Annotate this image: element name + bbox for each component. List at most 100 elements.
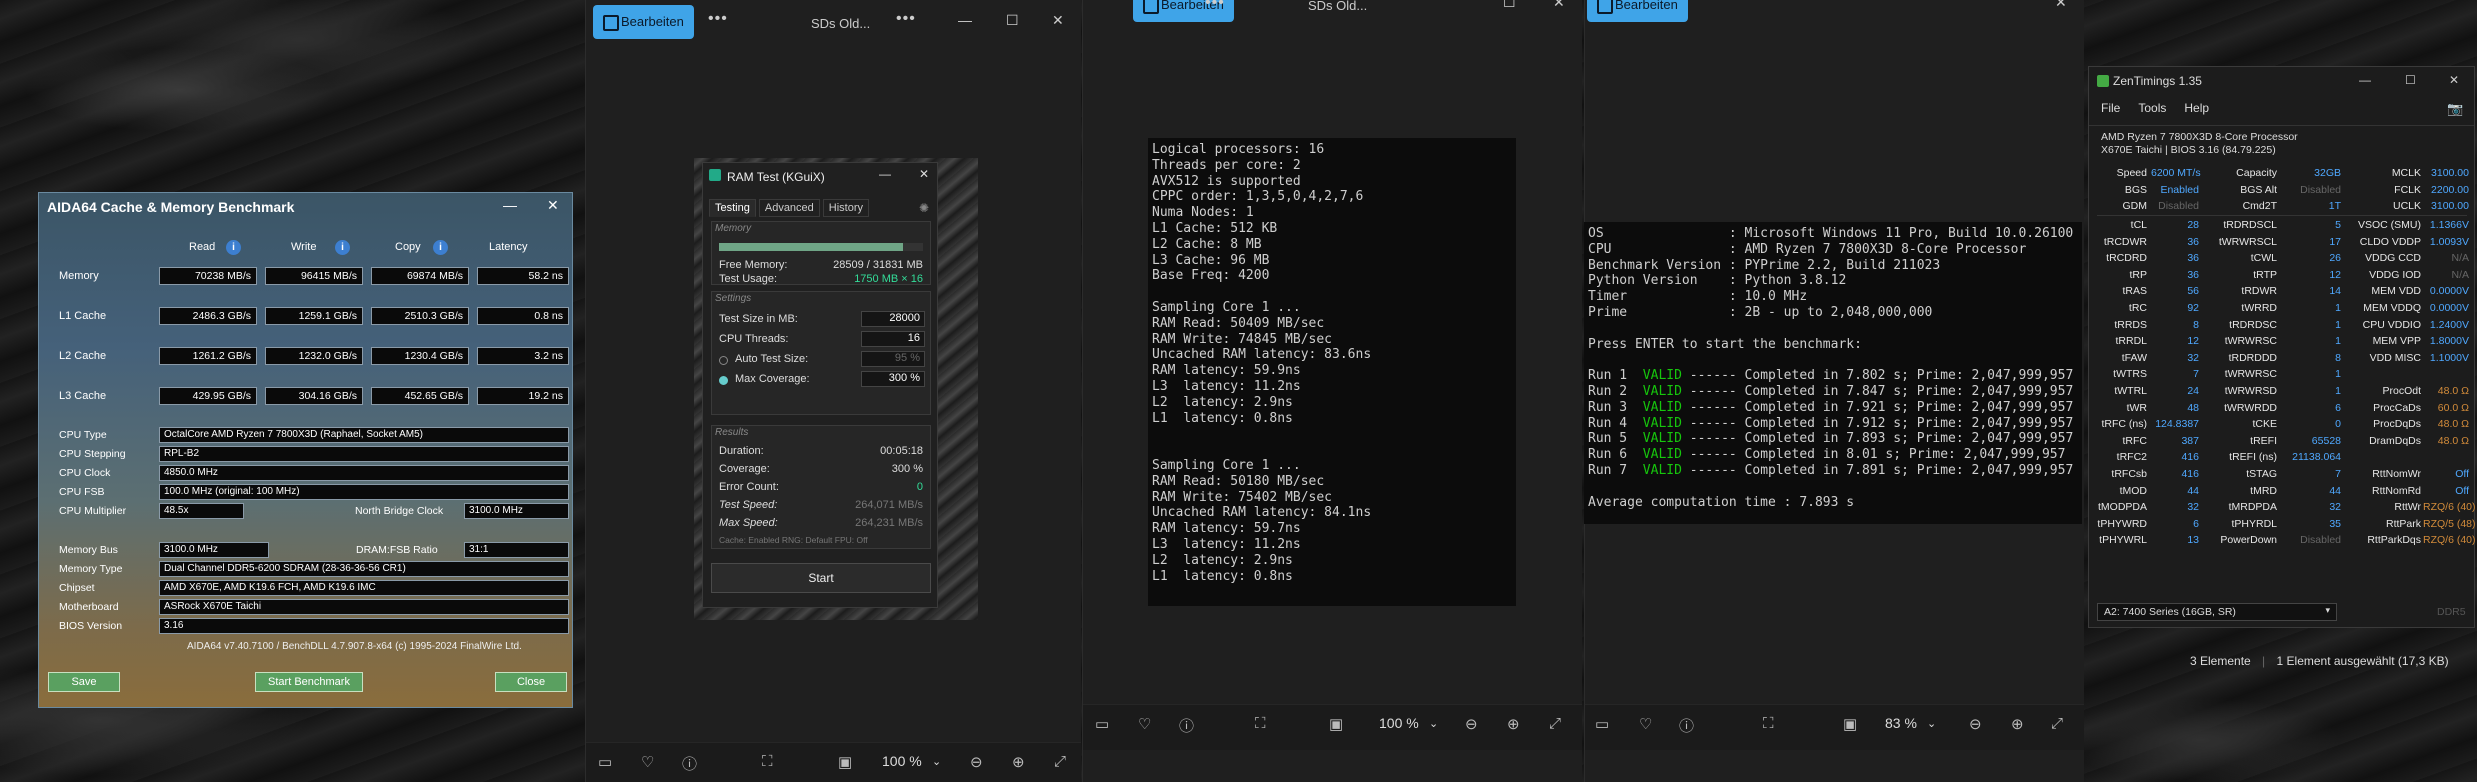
close-icon[interactable]: ✕ (1553, 0, 1565, 11)
fullscreen-icon[interactable]: ⤢ (2051, 715, 2063, 732)
timing-value: 0 (2335, 418, 2341, 431)
close-icon[interactable]: ✕ (1052, 12, 1064, 29)
info-value: 48.5x (159, 503, 244, 519)
run-status: VALID (1642, 399, 1682, 415)
info-icon[interactable]: ⓘ (1179, 715, 1194, 736)
auto-test-size-radio[interactable] (719, 356, 728, 365)
timing-label: tRAS (2122, 285, 2147, 298)
more-icon[interactable]: ••• (1205, 0, 1225, 12)
info-icon[interactable]: i (226, 240, 241, 255)
photo-toolbar: ▭ ♡ ⓘ ⛶ ▣ 100 % ⌄ ⊖ ⊕ ⤢ (586, 742, 1081, 782)
tab-history[interactable]: History (822, 199, 870, 217)
info-icon[interactable]: i (433, 240, 448, 255)
zoom-in-icon[interactable]: ⊕ (1507, 715, 1520, 733)
fit-icon[interactable]: ▣ (1329, 715, 1343, 733)
heart-icon[interactable]: ♡ (641, 753, 654, 771)
minimize-icon[interactable]: — (958, 12, 972, 28)
filmstrip-icon[interactable]: ▭ (1095, 715, 1109, 733)
console-line: CPPC order: 1,3,5,0,4,2,7,6 (1152, 189, 1364, 205)
tab-advanced[interactable]: Advanced (758, 199, 820, 217)
photo-title: SDs Old... (1308, 0, 1368, 13)
timing-value: 65528 (2311, 434, 2341, 447)
zoom-out-icon[interactable]: ⊖ (970, 753, 983, 771)
zoom-level[interactable]: 100 % (1379, 715, 1419, 731)
latency-value: 3.2 ns (477, 347, 569, 365)
edit-button[interactable]: Bearbeiten (593, 5, 694, 39)
more-icon[interactable]: ••• (896, 10, 916, 28)
timing-value: 1 (2335, 335, 2341, 348)
info-icon[interactable]: i (335, 240, 350, 255)
timing-label: BGS Alt (2240, 183, 2277, 196)
auto-test-size-input[interactable]: 95 % (861, 351, 925, 367)
console-line: Benchmark Version : PYPrime 2.2, Build 2… (1588, 257, 1941, 273)
menu-tools[interactable]: Tools (2138, 101, 2166, 123)
close-icon[interactable]: ✕ (919, 167, 929, 181)
tab-testing[interactable]: Testing (709, 199, 756, 217)
timing-label: tMRDPDA (2228, 501, 2277, 514)
chevron-down-icon[interactable]: ⌄ (932, 755, 941, 768)
close-icon[interactable]: ✕ (2055, 0, 2067, 11)
timing-value: 1 (2335, 385, 2341, 397)
chevron-down-icon[interactable]: ⌄ (1429, 717, 1438, 730)
max-coverage-input[interactable]: 300 % (861, 371, 925, 387)
heart-icon[interactable]: ♡ (1138, 715, 1151, 733)
camera-icon[interactable]: 📷 (2447, 101, 2463, 117)
close-button[interactable]: Close (495, 672, 567, 692)
fullscreen-icon[interactable]: ⤢ (1054, 753, 1066, 770)
run-line: Run 6 VALID ------ Completed in 8.01 s; … (1588, 447, 2078, 463)
edit-button[interactable]: Bearbeiten (1587, 0, 1688, 22)
more-icon[interactable]: ••• (708, 10, 728, 28)
fullscreen-icon[interactable]: ⤢ (1549, 715, 1561, 732)
info-icon[interactable]: ⓘ (682, 753, 697, 774)
nb-clock-label: North Bridge Clock (355, 505, 444, 517)
test-size-input[interactable]: 28000 (861, 311, 925, 327)
zoom-level[interactable]: 100 % (882, 753, 922, 769)
fit-icon[interactable]: ▣ (1843, 715, 1857, 733)
timing-label: tRDRDSCL (2223, 219, 2277, 231)
timing-value: N/A (2451, 252, 2469, 265)
settings-icon[interactable]: ✺ (919, 201, 929, 215)
chevron-down-icon[interactable]: ⌄ (1927, 717, 1936, 730)
close-icon[interactable]: ✕ (2449, 73, 2459, 87)
max-coverage-radio[interactable] (719, 376, 728, 385)
filmstrip-icon[interactable]: ▭ (1595, 715, 1609, 733)
zoom-out-icon[interactable]: ⊖ (1969, 715, 1982, 733)
memory-usage-fill (719, 243, 903, 251)
timing-label: tWRWRSCL (2218, 235, 2277, 248)
close-icon[interactable]: ✕ (547, 197, 559, 214)
heart-icon[interactable]: ♡ (1639, 715, 1652, 733)
timing-label: DramDqDs (2369, 434, 2421, 447)
minimize-icon[interactable]: — (503, 197, 517, 213)
minimize-icon[interactable]: — (879, 167, 891, 181)
error-count-value: 0 (916, 481, 923, 493)
zoom-in-icon[interactable]: ⊕ (1012, 753, 1025, 771)
zoom-level[interactable]: 83 % (1885, 715, 1917, 731)
menu-file[interactable]: File (2101, 101, 2120, 123)
start-button[interactable]: Start (711, 563, 931, 593)
zoom-out-icon[interactable]: ⊖ (1465, 715, 1478, 733)
crop-icon[interactable]: ⛶ (1255, 715, 1266, 732)
maximize-icon[interactable]: ☐ (1503, 0, 1516, 11)
dimm-select[interactable]: A2: 7400 Series (16GB, SR) ▾ (2097, 603, 2337, 621)
filmstrip-icon[interactable]: ▭ (598, 753, 612, 771)
timing-label: MEM VPP (2372, 335, 2421, 348)
cpu-threads-input[interactable]: 16 (861, 331, 925, 347)
info-label: CPU FSB (59, 486, 105, 498)
menu-help[interactable]: Help (2184, 101, 2209, 123)
fit-icon[interactable]: ▣ (838, 753, 852, 771)
start-benchmark-button[interactable]: Start Benchmark (255, 672, 363, 692)
timing-label: tPHYRDL (2231, 517, 2277, 530)
maximize-icon[interactable]: ☐ (2405, 73, 2416, 87)
zoom-in-icon[interactable]: ⊕ (2011, 715, 2024, 733)
save-button[interactable]: Save (48, 672, 120, 692)
maximize-icon[interactable]: ☐ (1006, 12, 1019, 29)
minimize-icon[interactable]: — (2359, 73, 2371, 87)
info-label: CPU Multiplier (59, 505, 127, 517)
timing-value: 0.0000V (2429, 302, 2469, 314)
info-icon[interactable]: ⓘ (1679, 715, 1694, 736)
console-line: RAM Write: 74845 MB/sec (1152, 331, 1333, 347)
timing-label: RttParkDqs (2367, 534, 2421, 547)
crop-icon[interactable]: ⛶ (1763, 715, 1774, 732)
crop-icon[interactable]: ⛶ (762, 753, 773, 770)
